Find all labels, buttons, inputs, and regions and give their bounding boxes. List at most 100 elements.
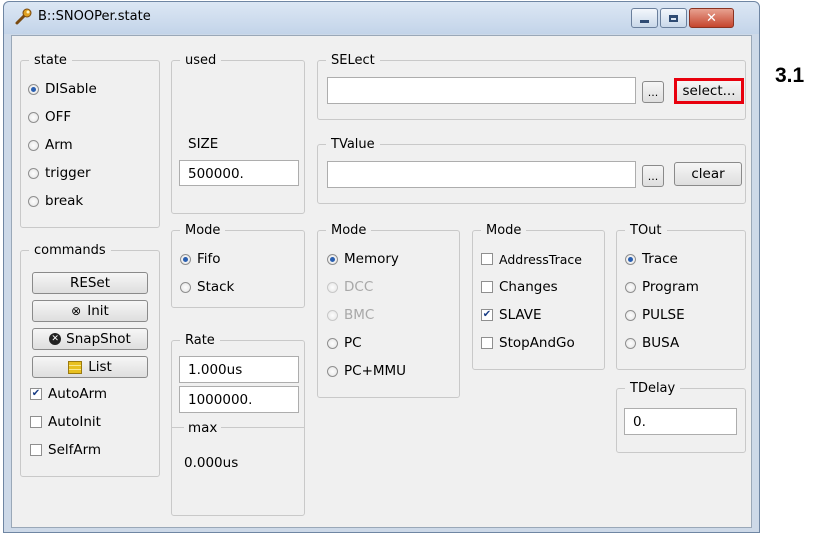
check-icon: ✔ [30,388,42,400]
mode-option-bmc[interactable]: BMC [327,306,374,324]
dialog-body: state DISable OFF Arm trigger break comm… [11,35,752,528]
select-legend: SELect [331,53,375,68]
autoinit-checkbox[interactable]: AutoInit [30,413,101,431]
mode-option-label: DCC [344,279,374,295]
state-option-arm[interactable]: Arm [28,136,73,154]
radio-icon [28,139,39,151]
mode-option-label: BMC [344,307,375,323]
trace-mode-legend: Mode [331,223,367,238]
snapshot-icon: ✕ [49,333,62,345]
close-button[interactable]: ✕ [689,8,734,28]
title-bar[interactable]: B::SNOOPer.state ✕ [4,2,759,34]
cycle-mode-legend: Mode [486,223,522,238]
list-icon [68,360,83,374]
checkbox-icon [481,281,493,293]
select-browse-button[interactable]: ... [642,81,664,103]
mode-option-pc-mmu[interactable]: PC+MMU [327,362,406,380]
addresstrace-checkbox[interactable]: AddressTrace [481,250,582,268]
state-option-break[interactable]: break [28,192,83,210]
tvalue-input[interactable] [327,161,636,188]
checkbox-icon [30,416,42,428]
tout-option-program[interactable]: Program [625,278,699,296]
state-option-trigger[interactable]: trigger [28,164,91,182]
rate-legend: Rate [185,333,215,348]
slave-checkbox[interactable]: ✔ SLAVE [481,306,542,324]
selfarm-label: SelfArm [48,442,102,458]
reset-button[interactable]: RESet [32,272,148,294]
radio-selected-icon [28,83,39,95]
checkbox-icon [481,337,493,349]
tvalue-browse-button[interactable]: ... [642,165,664,187]
select-browse-label: ... [647,85,659,99]
wrench-icon [15,8,32,25]
rate-count: 1000000. [179,386,299,413]
checkbox-icon [481,253,493,265]
size-legend: SIZE [184,136,223,152]
callout-label: 3.1 [775,64,805,87]
snapshot-button[interactable]: ✕ SnapShot [32,328,148,350]
list-label: List [88,359,112,375]
tout-legend: TOut [630,223,662,238]
check-icon: ✔ [481,309,493,321]
list-button[interactable]: List [32,356,148,378]
init-button[interactable]: ⊗ Init [32,300,148,322]
size-input[interactable]: 500000. [179,160,299,186]
mode-option-pc[interactable]: PC [327,334,362,352]
radio-icon [28,111,39,123]
tout-option-trace[interactable]: Trace [625,250,678,268]
select-input[interactable] [327,77,636,104]
used-legend: used [185,53,217,68]
mode-option-label: Stack [197,279,235,295]
state-option-disable[interactable]: DISable [28,80,97,98]
checkbox-icon [30,444,42,456]
autoinit-label: AutoInit [48,414,101,430]
mode-option-memory[interactable]: Memory [327,250,399,268]
tvalue-legend: TValue [331,137,375,152]
radio-icon [625,309,636,321]
radio-icon [28,167,39,179]
mode-option-label: Fifo [197,251,221,267]
maximize-icon [669,14,678,22]
radio-icon [327,365,338,377]
addresstrace-label: AddressTrace [499,251,582,267]
stopandgo-label: StopAndGo [499,335,575,351]
radio-icon [625,281,636,293]
changes-label: Changes [499,279,558,295]
state-option-off[interactable]: OFF [28,108,71,126]
radio-selected-icon [327,253,338,265]
radio-icon [327,309,338,321]
mode-option-stack[interactable]: Stack [180,278,234,296]
tdelay-input[interactable]: 0. [624,408,737,435]
autoarm-checkbox[interactable]: ✔ AutoArm [30,385,107,403]
mode-option-label: Memory [344,251,399,267]
clear-button[interactable]: clear [674,162,742,186]
stopandgo-checkbox[interactable]: StopAndGo [481,334,575,352]
select-button-label: select... [682,83,736,99]
mode-option-fifo[interactable]: Fifo [180,250,221,268]
radio-selected-icon [625,253,636,265]
select-button[interactable]: select... [674,78,744,104]
max-legend: max [184,420,222,436]
tout-option-label: Trace [642,251,678,267]
commands-legend: commands [34,243,106,258]
maximize-button[interactable] [660,8,687,28]
radio-selected-icon [180,253,191,265]
rate-value: 1.000us [179,356,299,383]
minimize-button[interactable] [631,8,658,28]
close-icon: ✕ [706,10,717,26]
window: B::SNOOPer.state ✕ state DISable OFF Arm… [3,1,760,533]
tout-option-busa[interactable]: BUSA [625,334,679,352]
changes-checkbox[interactable]: Changes [481,278,558,296]
state-option-label: DISable [45,81,97,97]
tout-option-pulse[interactable]: PULSE [625,306,685,324]
window-title: B::SNOOPer.state [38,9,151,24]
autoarm-label: AutoArm [48,386,108,402]
state-option-label: trigger [45,165,91,181]
radio-icon [625,337,636,349]
selfarm-checkbox[interactable]: SelfArm [30,441,101,459]
state-option-label: Arm [45,137,73,153]
mode-option-dcc[interactable]: DCC [327,278,373,296]
init-label: Init [87,303,109,319]
tdelay-legend: TDelay [630,381,676,396]
buffer-mode-legend: Mode [185,223,221,238]
